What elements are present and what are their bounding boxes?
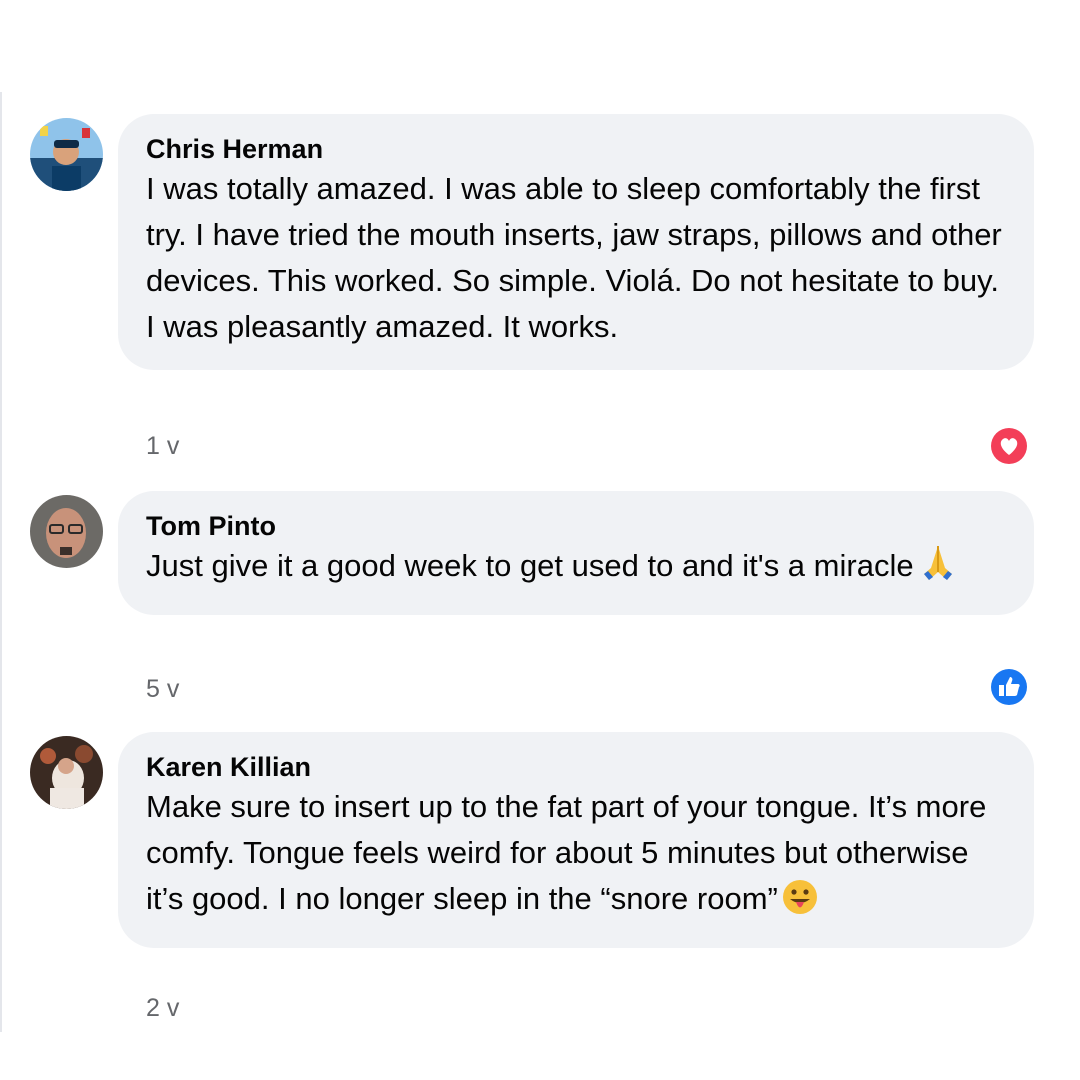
comment-bubble: Chris Herman I was totally amazed. I was… <box>118 114 1034 370</box>
thread-divider <box>0 92 2 1032</box>
like-reaction-icon[interactable] <box>988 666 1030 708</box>
comment-text: Just give it a good week to get used to … <box>146 543 1006 595</box>
avatar[interactable] <box>30 118 103 191</box>
comment-text: Make sure to insert up to the fat part o… <box>146 784 1006 928</box>
comment-text-content: Just give it a good week to get used to … <box>146 548 914 583</box>
folded-hands-emoji <box>918 544 958 595</box>
love-reaction-icon[interactable] <box>988 425 1030 467</box>
comment-author[interactable]: Karen Killian <box>146 750 1006 784</box>
comment-bubble: Karen Killian Make sure to insert up to … <box>118 732 1034 948</box>
avatar[interactable] <box>30 736 103 809</box>
comment-text: I was totally amazed. I was able to slee… <box>146 171 1002 344</box>
avatar[interactable] <box>30 495 103 568</box>
tongue-out-emoji <box>782 879 818 928</box>
comment-timestamp[interactable]: 2 v <box>146 994 179 1023</box>
comment-author[interactable]: Tom Pinto <box>146 509 1006 543</box>
comment-text-content: Make sure to insert up to the fat part o… <box>146 789 987 916</box>
comments-panel: Chris Herman I was totally amazed. I was… <box>0 0 1080 1080</box>
comment-timestamp[interactable]: 1 v <box>146 432 179 461</box>
comment-author[interactable]: Chris Herman <box>146 132 1006 166</box>
comment-timestamp[interactable]: 5 v <box>146 675 179 704</box>
comment-bubble: Tom Pinto Just give it a good week to ge… <box>118 491 1034 615</box>
